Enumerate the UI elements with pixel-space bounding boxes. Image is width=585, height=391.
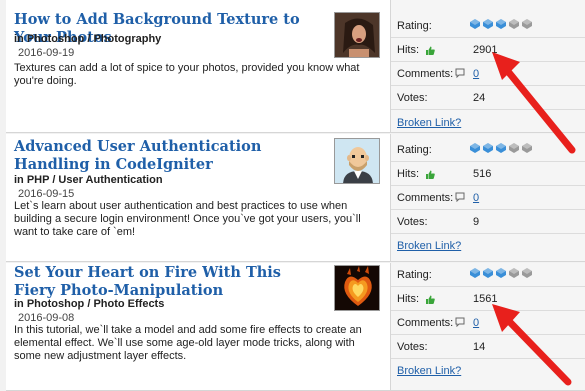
comments-row: Comments: 0 (391, 186, 585, 210)
rating-star-empty-icon[interactable] (508, 267, 520, 279)
hits-row: Hits: 516 (391, 162, 585, 186)
comment-icon (455, 68, 465, 78)
votes-count: 9 (473, 216, 480, 228)
listing-date: 2016-09-15 (18, 188, 75, 200)
hits-label: Hits: (397, 293, 419, 305)
rating-label: Rating: (397, 144, 432, 156)
votes-row: Votes: 14 (391, 335, 585, 359)
comments-label: Comments: (397, 68, 454, 80)
votes-label: Votes: (397, 341, 428, 353)
listing-category: in Photoshop / Photo Effects (14, 298, 164, 310)
listing-category: in PHP / User Authentication (14, 174, 163, 186)
broken-link-button[interactable]: Broken Link? (397, 365, 461, 377)
rating-row: Rating: (391, 263, 585, 287)
broken-link-button[interactable]: Broken Link? (397, 240, 461, 252)
listing-stats: Rating: Hits: 2901 Comments: 0 Votes: 24… (390, 0, 585, 132)
hits-label: Hits: (397, 44, 419, 56)
thumbs-up-icon (426, 295, 435, 304)
woman-portrait-thumbnail[interactable] (334, 12, 380, 58)
rating-star-filled-icon[interactable] (482, 142, 494, 154)
listing-description: Let`s learn about user authentication an… (14, 200, 361, 238)
hits-count: 516 (473, 168, 492, 180)
listing-page: How to Add Background Texture to Your Ph… (0, 0, 585, 391)
comments-label: Comments: (397, 192, 454, 204)
comment-icon (455, 317, 465, 327)
listing-item: Set Your Heart on Fire With This Fiery P… (6, 263, 585, 391)
rating-stars[interactable] (469, 267, 533, 279)
hits-label: Hits: (397, 168, 419, 180)
rating-star-filled-icon[interactable] (495, 18, 507, 30)
listing-item: How to Add Background Texture to Your Ph… (6, 0, 585, 133)
rating-star-empty-icon[interactable] (508, 142, 520, 154)
listing-item: Advanced User Authentication Handling in… (6, 134, 585, 262)
votes-label: Votes: (397, 216, 428, 228)
hits-row: Hits: 1561 (391, 287, 585, 311)
votes-count: 24 (473, 92, 486, 104)
category-name: Photoshop / Photo Effects (26, 298, 165, 310)
listing-date: 2016-09-19 (18, 47, 75, 59)
rating-star-filled-icon[interactable] (469, 267, 481, 279)
listing-stats: Rating: Hits: 1561 Comments: 0 Votes: 14… (390, 263, 585, 390)
comments-row: Comments: 0 (391, 62, 585, 86)
bald-man-avatar-thumbnail[interactable] (334, 138, 380, 184)
rating-star-filled-icon[interactable] (469, 18, 481, 30)
rating-row: Rating: (391, 14, 585, 38)
comment-icon (455, 192, 465, 202)
rating-row: Rating: (391, 138, 585, 162)
category-prefix: in (14, 33, 24, 45)
thumbs-up-icon (426, 46, 435, 55)
category-name: Photoshop / Photography (26, 33, 162, 45)
category-name: PHP / User Authentication (26, 174, 163, 186)
comments-row: Comments: 0 (391, 311, 585, 335)
rating-label: Rating: (397, 20, 432, 32)
comments-label: Comments: (397, 317, 454, 329)
hits-count: 1561 (473, 293, 498, 305)
listing-main: Set Your Heart on Fire With This Fiery P… (10, 263, 390, 390)
thumbs-up-icon (426, 170, 435, 179)
rating-star-empty-icon[interactable] (508, 18, 520, 30)
category-prefix: in (14, 174, 24, 186)
rating-star-filled-icon[interactable] (495, 267, 507, 279)
rating-star-filled-icon[interactable] (482, 267, 494, 279)
rating-star-empty-icon[interactable] (521, 267, 533, 279)
hits-row: Hits: 2901 (391, 38, 585, 62)
rating-star-empty-icon[interactable] (521, 142, 533, 154)
comments-count-link[interactable]: 0 (473, 192, 479, 204)
comments-count-link[interactable]: 0 (473, 317, 479, 329)
listing-title-link[interactable]: Advanced User Authentication Handling in… (14, 138, 324, 174)
rating-star-filled-icon[interactable] (482, 18, 494, 30)
votes-row: Votes: 24 (391, 86, 585, 110)
listing-stats: Rating: Hits: 516 Comments: 0 Votes: 9 B… (390, 134, 585, 261)
rating-stars[interactable] (469, 18, 533, 30)
listing-description: In this tutorial, we`ll take a model and… (14, 324, 362, 362)
listing-main: How to Add Background Texture to Your Ph… (10, 0, 390, 132)
category-prefix: in (14, 298, 24, 310)
rating-stars[interactable] (469, 142, 533, 154)
listing-title-link[interactable]: Set Your Heart on Fire With This Fiery P… (14, 264, 324, 300)
rating-star-filled-icon[interactable] (469, 142, 481, 154)
listing-main: Advanced User Authentication Handling in… (10, 134, 390, 261)
listing-date: 2016-09-08 (18, 312, 75, 324)
votes-count: 14 (473, 341, 486, 353)
listing-description: Textures can add a lot of spice to your … (14, 62, 360, 87)
comments-count-link[interactable]: 0 (473, 68, 479, 80)
fire-heart-thumbnail[interactable] (334, 265, 380, 311)
rating-star-filled-icon[interactable] (495, 142, 507, 154)
rating-star-empty-icon[interactable] (521, 18, 533, 30)
rating-label: Rating: (397, 269, 432, 281)
votes-label: Votes: (397, 92, 428, 104)
listing-category: in Photoshop / Photography (14, 33, 161, 45)
broken-link-button[interactable]: Broken Link? (397, 117, 461, 129)
votes-row: Votes: 9 (391, 210, 585, 234)
hits-count: 2901 (473, 44, 498, 56)
